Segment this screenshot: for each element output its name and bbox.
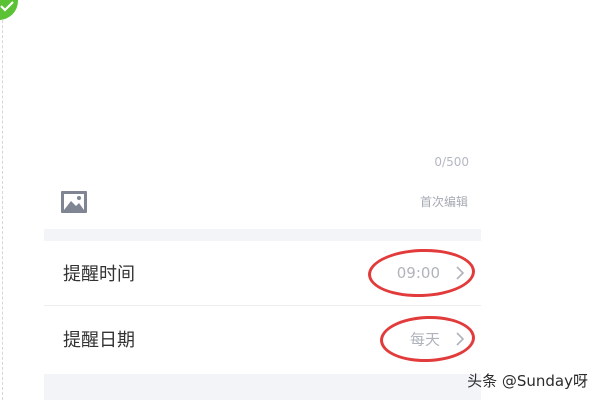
reminder-date-row[interactable]: 提醒日期 每天: [44, 307, 481, 371]
first-edit-label: 首次编辑: [419, 195, 468, 209]
watermark: 头条 @Sunday呀: [467, 372, 588, 390]
check-icon: [0, 1, 14, 12]
reminder-time-row[interactable]: 提醒时间 09:00: [44, 241, 481, 306]
reminder-time-label: 提醒时间: [63, 264, 135, 285]
reminder-time-value: 09:00: [396, 264, 440, 282]
edge-divider: [2, 0, 3, 400]
section-footer-band: [44, 374, 481, 400]
reminder-edit-screen: 0/500 首次编辑 提醒时间 09:00 提醒日期 每天 头条 @Sunday…: [0, 0, 600, 400]
section-divider: [44, 229, 481, 241]
chevron-right-icon: [456, 332, 465, 346]
image-icon[interactable]: [61, 191, 87, 213]
reminder-date-label: 提醒日期: [63, 330, 135, 351]
reminder-date-value: 每天: [409, 330, 440, 349]
char-counter: 0/500: [434, 155, 469, 169]
check-badge: [0, 0, 18, 20]
chevron-right-icon: [456, 266, 465, 280]
